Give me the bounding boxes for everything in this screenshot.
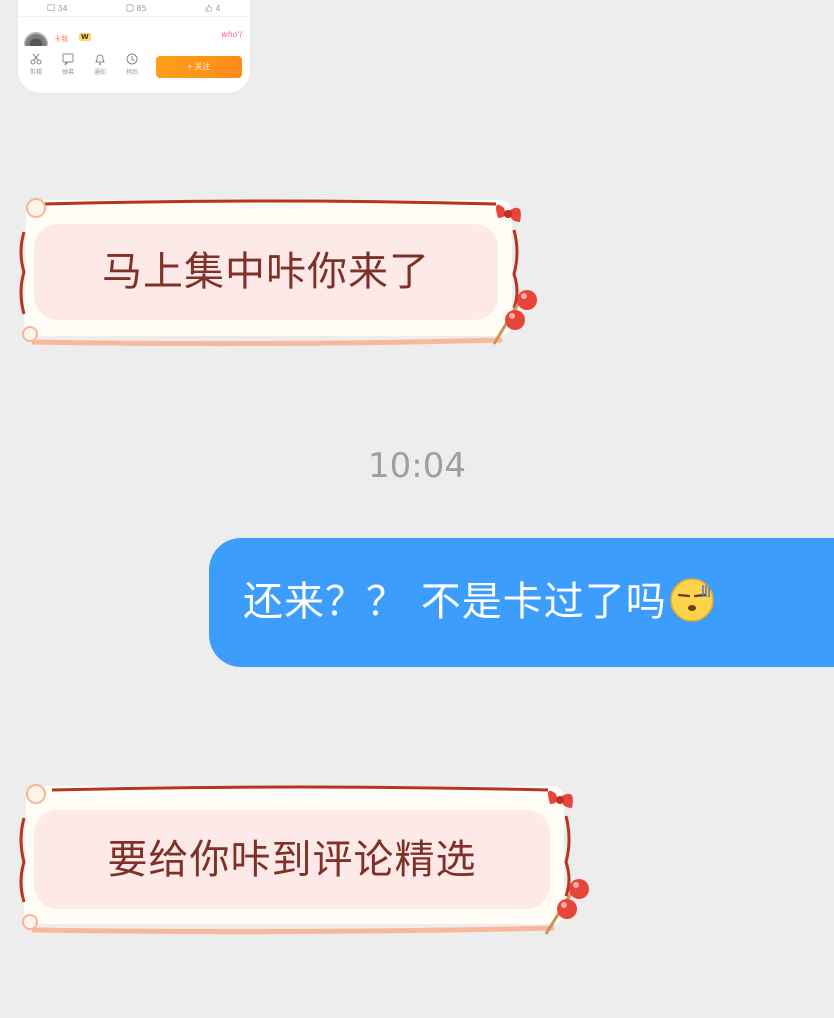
message-timestamp: 10:04 bbox=[368, 446, 466, 486]
message-text: 要给你咔到评论精选 bbox=[34, 810, 550, 909]
incoming-message-bubble[interactable]: 马上集中咔你来了 bbox=[12, 196, 546, 351]
action-notify[interactable]: 通知 bbox=[88, 52, 112, 76]
stat-likes: 4 bbox=[205, 3, 221, 13]
stat-count: 85 bbox=[136, 3, 147, 13]
share-icon bbox=[126, 4, 135, 12]
action-label: 稍后 bbox=[125, 69, 138, 76]
stat-count: 4 bbox=[215, 3, 221, 13]
comment-icon bbox=[47, 4, 56, 11]
avatar[interactable] bbox=[24, 32, 48, 46]
danmaku-icon bbox=[62, 53, 74, 66]
message-text: 马上集中咔你来了 bbox=[34, 224, 498, 320]
smirk-emoji-icon bbox=[669, 578, 714, 622]
scribble-decoration: who'l bbox=[221, 30, 242, 39]
stat-count: 34 bbox=[57, 3, 68, 13]
action-danmaku[interactable]: 弹幕 bbox=[56, 52, 80, 76]
bell-icon bbox=[95, 54, 105, 65]
message-text: 还来？？ 不是卡过了吗 bbox=[243, 579, 667, 625]
stat-shares: 85 bbox=[126, 3, 147, 13]
action-later[interactable]: 稍后 bbox=[120, 52, 144, 76]
scissors-icon bbox=[30, 53, 42, 65]
clock-icon bbox=[126, 53, 138, 65]
stats-row: 34 85 4 bbox=[18, 0, 250, 17]
author-name[interactable]: 卡我 bbox=[54, 34, 68, 44]
action-label: 剪辑 bbox=[29, 69, 42, 76]
action-label: 弹幕 bbox=[61, 69, 74, 76]
action-clip[interactable]: 剪辑 bbox=[24, 52, 48, 76]
incoming-message-bubble[interactable]: 要给你咔到评论精选 bbox=[12, 782, 598, 940]
stat-comments: 34 bbox=[47, 3, 68, 13]
shared-video-card[interactable]: 34 85 4 卡我 W who'l 剪辑 弹幕 通知 稍后 + 关注 bbox=[18, 0, 250, 93]
author-badge: W bbox=[79, 33, 91, 41]
follow-button[interactable]: + 关注 bbox=[156, 56, 242, 78]
action-row: 剪辑 弹幕 通知 稍后 + 关注 bbox=[24, 52, 244, 86]
thumbs-up-icon bbox=[205, 4, 213, 12]
author-row: 卡我 W who'l bbox=[24, 30, 244, 50]
outgoing-message-bubble[interactable]: 还来？？ 不是卡过了吗 bbox=[209, 538, 834, 667]
action-label: 通知 bbox=[93, 69, 106, 76]
